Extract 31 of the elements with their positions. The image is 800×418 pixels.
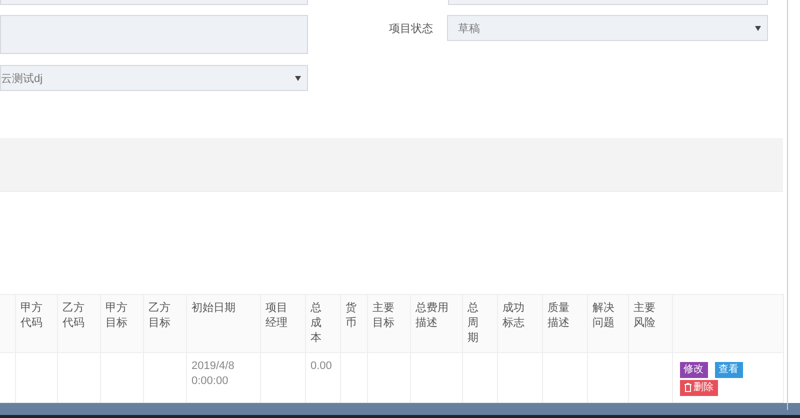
- column-header: 甲方目标: [106, 302, 128, 329]
- status-label: 项目状态: [388, 22, 434, 36]
- text-area[interactable]: [0, 0, 308, 5]
- select-value: 云测试dj: [1, 72, 43, 86]
- column-header: 项目经理: [266, 302, 288, 329]
- view-button[interactable]: 查看: [714, 362, 742, 378]
- caret-icon: [755, 26, 761, 30]
- caret-icon: [295, 76, 301, 80]
- delete-button[interactable]: 删除: [680, 380, 718, 396]
- column-header: 成功标志: [502, 302, 524, 329]
- column-header: 总费用描述: [416, 302, 448, 329]
- column-header: 货币: [346, 302, 356, 329]
- column-header: 乙方目标: [148, 302, 170, 329]
- column-header: 质量描述: [548, 302, 570, 329]
- column-header: 甲方代码: [20, 302, 42, 329]
- edit-button[interactable]: 修改: [680, 362, 708, 378]
- client-select[interactable]: 云测试dj: [0, 65, 308, 91]
- column-header: 总周期: [468, 302, 478, 344]
- text-area[interactable]: [0, 15, 308, 54]
- status-select[interactable]: 草稿: [447, 15, 768, 41]
- column-header: 主要风险: [634, 302, 656, 329]
- column-header: 乙方代码: [62, 302, 84, 329]
- table-cell: 0.00: [310, 360, 332, 372]
- column-header: 主要目标: [372, 302, 394, 329]
- trash-icon: [684, 383, 692, 392]
- select-value: 草稿: [458, 22, 480, 36]
- column-header: 总成本: [310, 302, 322, 344]
- column-header: 初始日期: [192, 302, 236, 314]
- table-cell: 2019/4/8 0:00:00: [192, 360, 234, 387]
- text-area[interactable]: [448, 0, 768, 5]
- column-header: 解决问题: [592, 302, 614, 329]
